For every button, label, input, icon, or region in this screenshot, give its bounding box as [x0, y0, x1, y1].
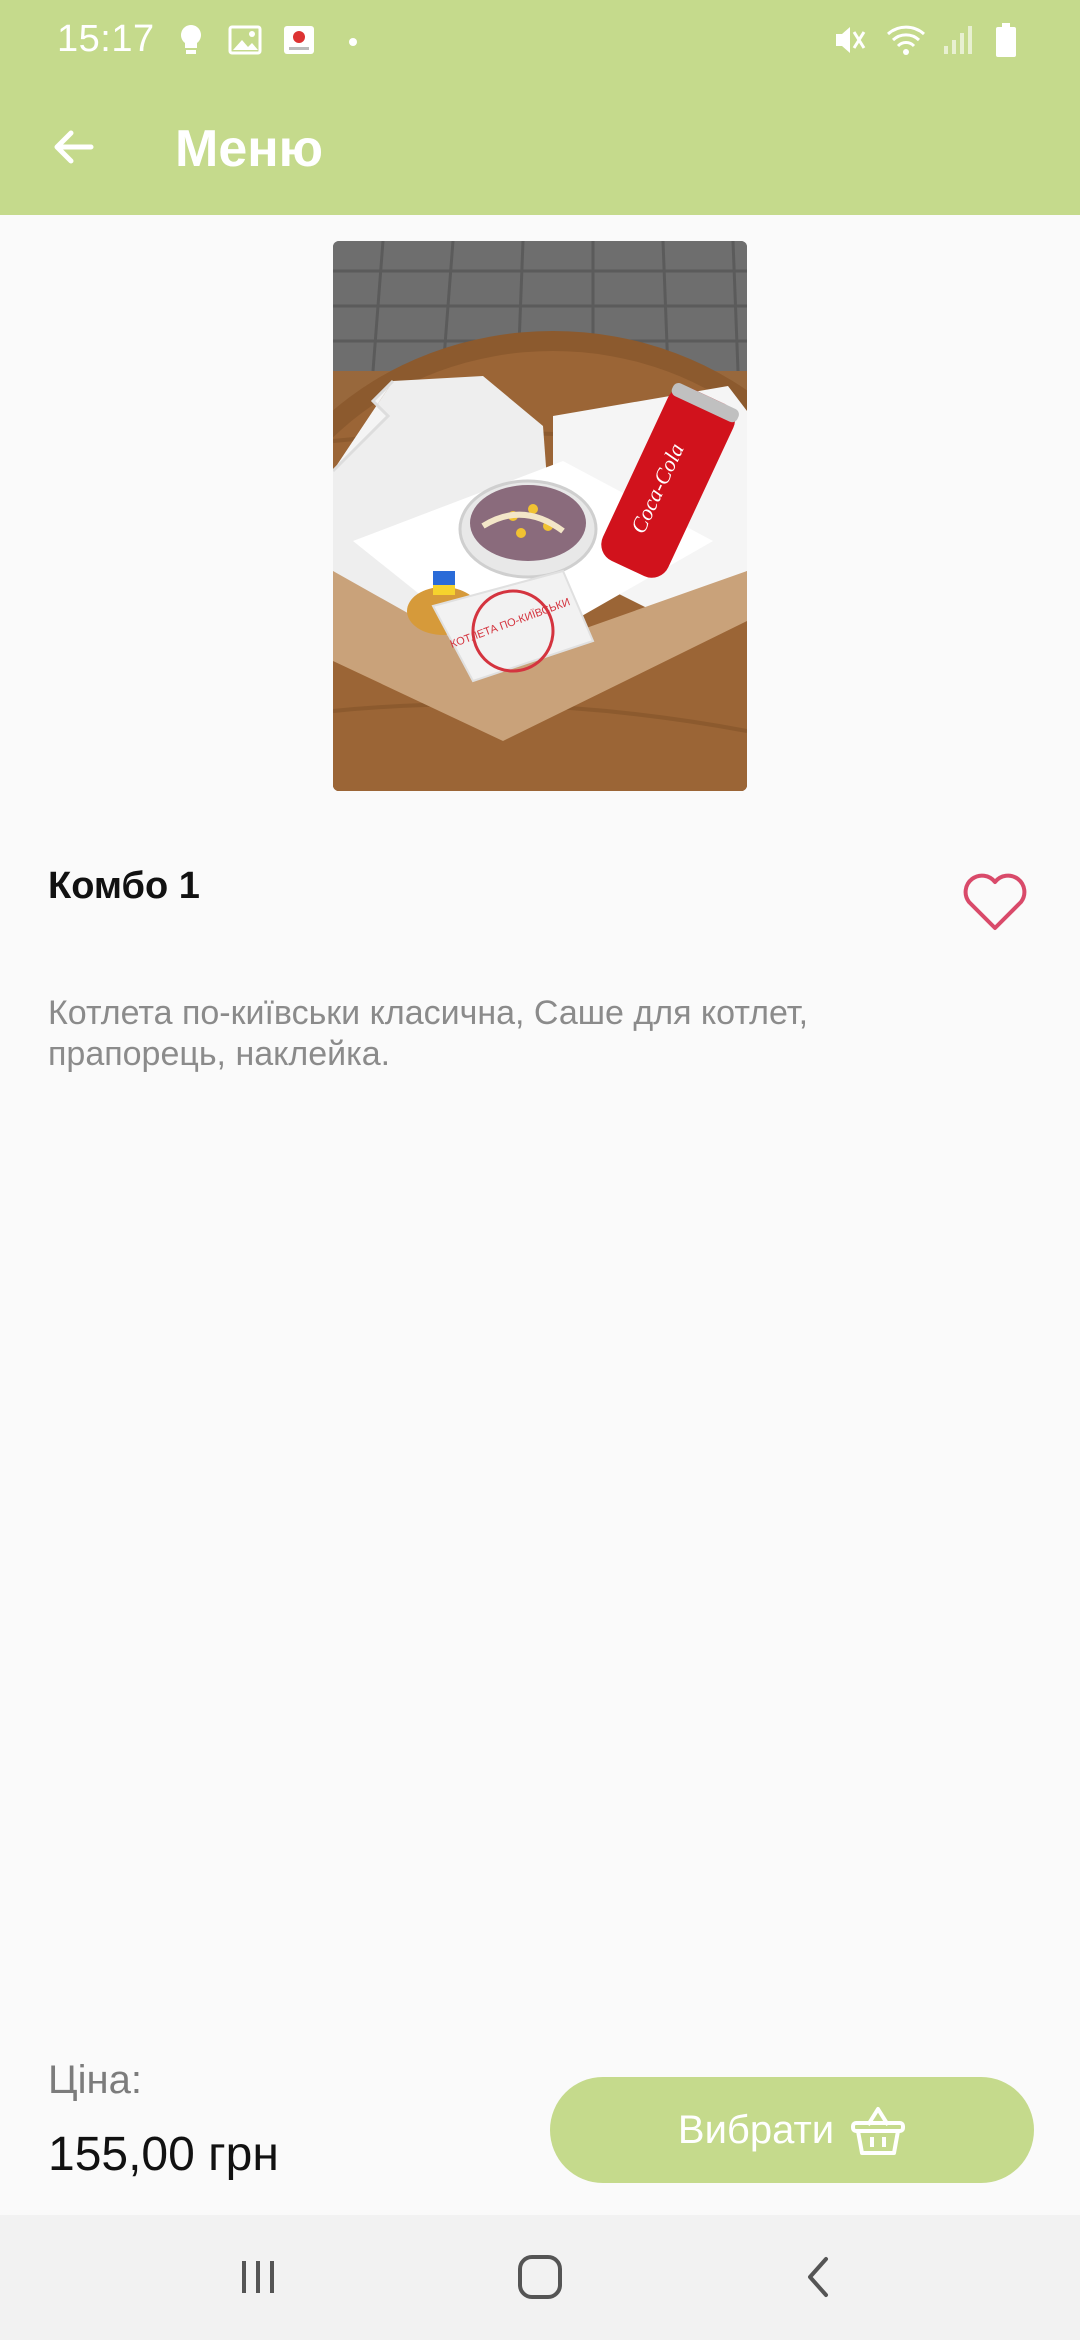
- system-navigation-bar: [0, 2215, 1080, 2340]
- dot-icon: [336, 22, 370, 58]
- status-left-icons: [174, 22, 370, 58]
- top-bar: 15:17 Меню: [0, 0, 1080, 215]
- page-title: Меню: [175, 120, 324, 178]
- arrow-left-icon: [54, 130, 94, 164]
- status-right-icons: [832, 22, 1028, 58]
- status-time: 15:17: [57, 18, 155, 60]
- recent-apps-icon: [242, 2261, 274, 2293]
- nav-back-button[interactable]: [780, 2241, 860, 2313]
- price-label: Ціна:: [48, 2058, 142, 2102]
- product-description: Котлета по-київськи класична, Саше для к…: [48, 994, 809, 1073]
- wifi-icon: [886, 22, 925, 58]
- bulb-icon: [174, 22, 208, 58]
- heart-outline-icon: [963, 873, 1027, 930]
- battery-icon: [994, 22, 1028, 58]
- mute-icon: [832, 22, 866, 58]
- back-button[interactable]: [38, 112, 108, 182]
- home-icon: [518, 2255, 562, 2299]
- favorite-button[interactable]: [955, 867, 1035, 937]
- home-button[interactable]: [500, 2241, 580, 2313]
- price-value: 155,00 грн: [48, 2128, 279, 2181]
- recent-apps-button[interactable]: [218, 2241, 298, 2313]
- basket-icon: [851, 2107, 906, 2155]
- product-name: Комбо 1: [48, 865, 200, 907]
- app-bar: Меню: [0, 84, 1080, 215]
- product-image: Coca-Cola КОТЛЕТА ПО-КИЇВСЬКИ: [333, 241, 747, 791]
- gallery-icon: [228, 22, 262, 58]
- app-screen: 15:17 Меню Coca-Cola КОТЛЕТА ПО-КИЇВСЬКИ…: [0, 0, 1080, 2340]
- select-button-label: Вибрати: [677, 2107, 835, 2152]
- select-button[interactable]: Вибрати: [550, 2077, 1034, 2183]
- back-icon: [808, 2257, 828, 2297]
- signal-icon: [940, 22, 974, 58]
- app-notification-icon: [282, 22, 316, 58]
- status-bar: 15:17: [0, 0, 1080, 84]
